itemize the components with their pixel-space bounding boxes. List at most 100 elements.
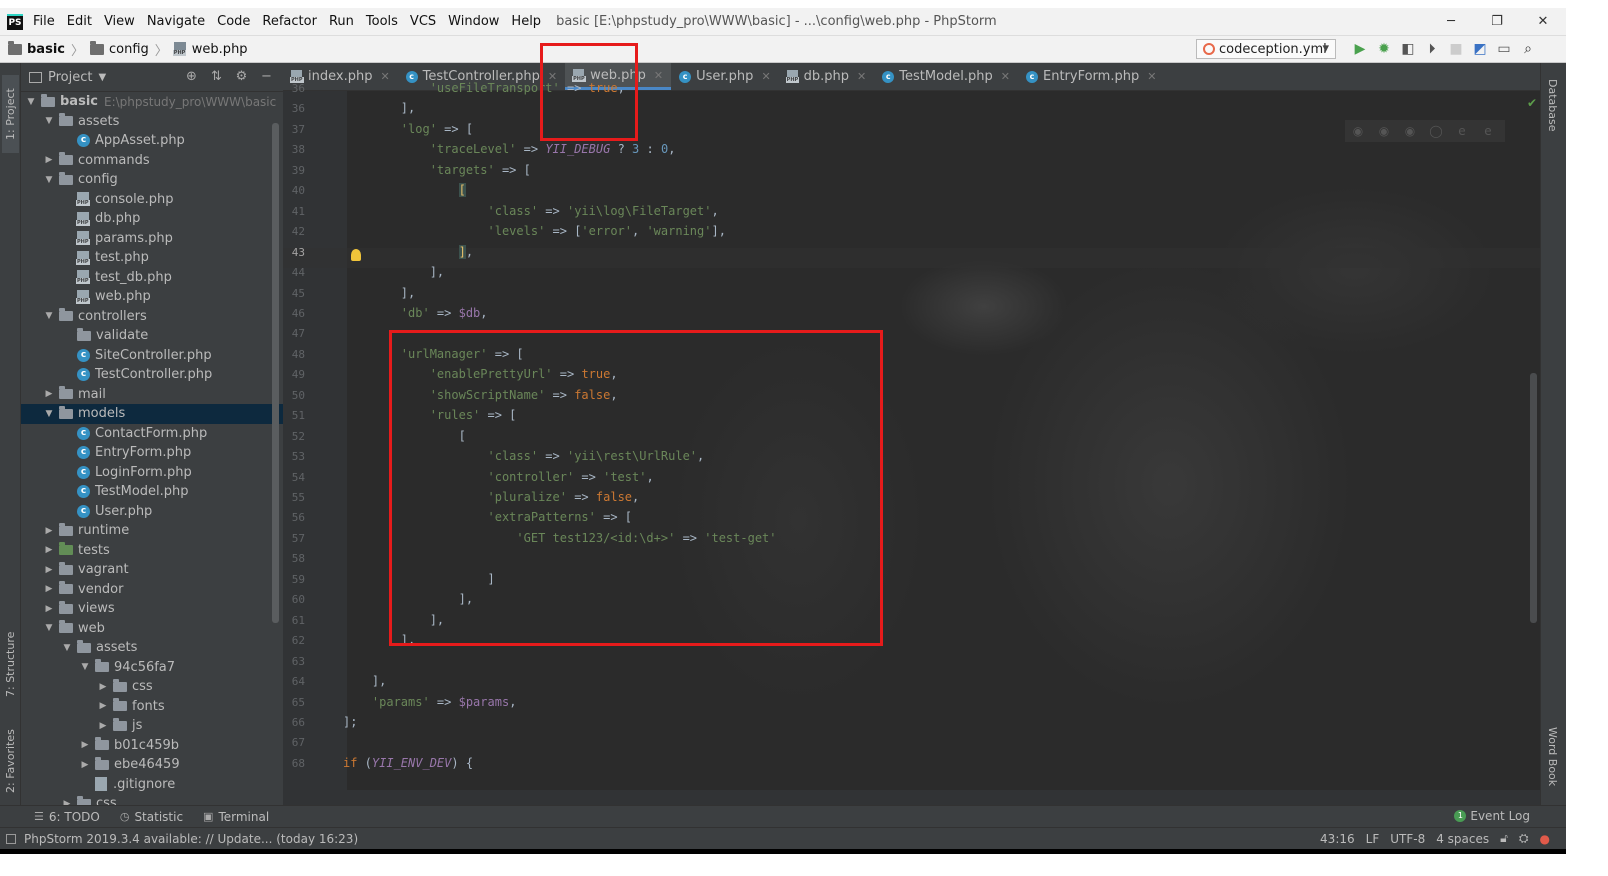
menu-help[interactable]: Help — [511, 14, 541, 29]
code-line[interactable]: ], — [343, 244, 473, 259]
tree-item[interactable]: ▶ js — [21, 716, 283, 736]
tree-item[interactable]: c ContactForm.php — [21, 424, 283, 444]
code-line[interactable]: 'useFileTransport' => true, — [343, 81, 625, 95]
tree-item[interactable]: db.php — [21, 209, 283, 229]
line-separator[interactable]: LF — [1366, 832, 1380, 846]
collapsed-arrow-icon[interactable]: ▶ — [43, 584, 55, 594]
tree-item[interactable]: .gitignore — [21, 775, 283, 795]
code-line[interactable]: 'class' => 'yii\log\FileTarget', — [343, 204, 719, 218]
run-configuration-select[interactable]: codeception.yml — [1196, 39, 1336, 59]
code-line[interactable]: 'urlManager' => [ — [343, 347, 524, 361]
code-line[interactable]: 'showScriptName' => false, — [343, 388, 618, 402]
profile-icon[interactable]: ⏵ — [1420, 40, 1444, 58]
tree-item[interactable]: ▼ controllers — [21, 307, 283, 327]
code-line[interactable]: 'pluralize' => false, — [343, 490, 640, 504]
tab-project[interactable]: 1: Project — [2, 75, 19, 153]
breadcrumb-item-config[interactable]: config — [109, 42, 149, 57]
breadcrumb-item-basic[interactable]: basic — [27, 42, 65, 57]
tree-item[interactable]: c AppAsset.php — [21, 131, 283, 151]
close-tab-icon[interactable]: ✕ — [654, 69, 663, 82]
tree-item[interactable]: ▶ runtime — [21, 521, 283, 541]
ie-icon[interactable]: e — [1449, 120, 1475, 142]
collapsed-arrow-icon[interactable]: ▶ — [43, 526, 55, 536]
tree-item[interactable]: c User.php — [21, 502, 283, 522]
menu-window[interactable]: Window — [448, 14, 499, 29]
expanded-arrow-icon[interactable]: ▼ — [43, 175, 55, 185]
file-encoding[interactable]: UTF-8 — [1390, 832, 1425, 846]
tree-item[interactable]: web.php — [21, 287, 283, 307]
menu-run[interactable]: Run — [329, 14, 354, 29]
code-line[interactable]: ], — [343, 101, 415, 115]
lock-icon[interactable]: 🔓︎ — [1500, 831, 1508, 846]
chrome-icon[interactable]: ◉ — [1345, 120, 1371, 142]
todo-tool-button[interactable]: ☰ 6: TODO — [34, 810, 100, 824]
tree-item[interactable]: ▶ views — [21, 599, 283, 619]
menu-code[interactable]: Code — [217, 14, 250, 29]
collapsed-arrow-icon[interactable]: ▶ — [43, 545, 55, 555]
tab-testmodel-php[interactable]: c TestModel.php ✕ — [874, 63, 1018, 90]
locate-file-icon[interactable]: ⊕ — [179, 69, 204, 84]
tree-item[interactable]: ▼ assets — [21, 112, 283, 132]
code-line[interactable]: 'extraPatterns' => [ — [343, 510, 633, 524]
menu-refactor[interactable]: Refactor — [262, 14, 317, 29]
collapsed-arrow-icon[interactable]: ▶ — [43, 389, 55, 399]
collapsed-arrow-icon[interactable]: ▶ — [97, 682, 109, 692]
code-line[interactable]: ] — [343, 572, 494, 586]
menu-file[interactable]: File — [33, 14, 55, 29]
tree-item[interactable]: ▼ config — [21, 170, 283, 190]
code-line[interactable]: if (YII_ENV_DEV) { — [343, 756, 473, 770]
tree-item[interactable]: ▼ web — [21, 619, 283, 639]
tree-item[interactable]: ▼ basic E:\phpstudy_pro\WWW\basic — [21, 92, 283, 112]
terminal-tool-button[interactable]: ▣ Terminal — [203, 810, 269, 824]
tree-item[interactable]: ▶ fonts — [21, 697, 283, 717]
close-tab-icon[interactable]: ✕ — [1147, 70, 1156, 83]
expanded-arrow-icon[interactable]: ▼ — [25, 97, 37, 107]
tree-item[interactable]: c SiteController.php — [21, 346, 283, 366]
tree-item[interactable]: ▶ mail — [21, 385, 283, 405]
code-line[interactable]: 'enablePrettyUrl' => true, — [343, 367, 618, 381]
inspection-ok-icon[interactable]: ✔ — [1527, 96, 1537, 110]
code-line[interactable]: ], — [343, 633, 415, 647]
tree-item[interactable]: ▶ vagrant — [21, 560, 283, 580]
project-scrollbar[interactable] — [272, 123, 279, 623]
code-line[interactable]: 'params' => $params, — [343, 695, 517, 709]
edge-icon[interactable]: e — [1475, 120, 1501, 142]
tree-item[interactable]: c TestModel.php — [21, 482, 283, 502]
status-message[interactable]: PhpStorm 2019.3.4 available: // Update..… — [6, 832, 358, 846]
hide-panel-icon[interactable]: − — [254, 69, 279, 84]
menu-vcs[interactable]: VCS — [410, 14, 436, 29]
tree-item[interactable]: console.php — [21, 190, 283, 210]
code-line[interactable]: ], — [343, 613, 444, 627]
code-line[interactable]: 'GET test123/<id:\d+>' => 'test-get' — [343, 531, 776, 545]
collapsed-arrow-icon[interactable]: ▶ — [97, 721, 109, 731]
tab-db-php[interactable]: db.php ✕ — [779, 63, 875, 90]
tab-structure[interactable]: 7: Structure — [2, 623, 19, 705]
tree-item[interactable]: c TestController.php — [21, 365, 283, 385]
collapse-all-icon[interactable]: ⇅ — [204, 69, 229, 84]
code-line[interactable]: 'log' => [ — [343, 122, 473, 136]
code-line[interactable]: [ — [343, 183, 466, 198]
collapsed-arrow-icon[interactable]: ▶ — [43, 604, 55, 614]
menu-navigate[interactable]: Navigate — [147, 14, 205, 29]
code-line[interactable]: 'targets' => [ — [343, 163, 531, 177]
code-line[interactable]: 'db' => $db, — [343, 306, 488, 320]
event-log-button[interactable]: 1 Event Log — [1454, 809, 1530, 823]
tab-entryform-php[interactable]: c EntryForm.php ✕ — [1018, 63, 1164, 90]
firefox-icon[interactable]: ◉ — [1371, 120, 1397, 142]
statistic-tool-button[interactable]: ◷ Statistic — [120, 810, 183, 824]
code-line[interactable]: ], — [343, 286, 415, 300]
tree-item[interactable]: ▼ assets — [21, 638, 283, 658]
expanded-arrow-icon[interactable]: ▼ — [43, 116, 55, 126]
tree-item[interactable]: c EntryForm.php — [21, 443, 283, 463]
memory-icon[interactable]: ● — [1540, 832, 1550, 846]
opera-icon[interactable]: ◯ — [1423, 120, 1449, 142]
close-tab-icon[interactable]: ✕ — [1001, 70, 1010, 83]
safari-icon[interactable]: ◉ — [1397, 120, 1423, 142]
editor-horizontal-scrollbar[interactable] — [283, 790, 1540, 805]
collapsed-arrow-icon[interactable]: ▶ — [43, 155, 55, 165]
tree-item[interactable]: ▶ css — [21, 794, 283, 805]
code-line[interactable]: 'rules' => [ — [343, 408, 517, 422]
tab-database[interactable]: Database — [1546, 79, 1559, 132]
collapsed-arrow-icon[interactable]: ▶ — [43, 565, 55, 575]
lightbulb-icon[interactable] — [351, 249, 361, 261]
